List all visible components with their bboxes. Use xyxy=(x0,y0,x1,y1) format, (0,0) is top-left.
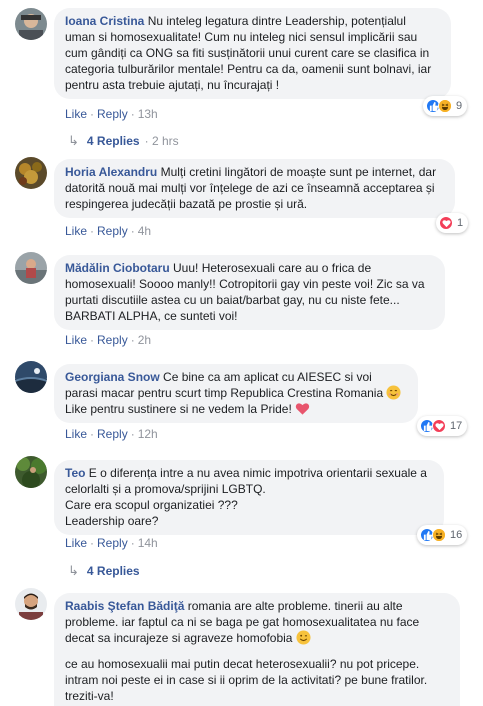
comment-actions: Like · Reply · 4h xyxy=(65,224,152,238)
haha-reaction-icon xyxy=(438,99,452,113)
replies-time: · 2 hrs xyxy=(144,134,179,148)
author-name[interactable]: Teo xyxy=(65,466,85,480)
author-name[interactable]: Mădălin Ciobotaru xyxy=(65,261,170,275)
avatar[interactable] xyxy=(15,588,47,620)
reply-arrow-icon: ↳ xyxy=(68,133,79,148)
reaction-count: 16 xyxy=(450,529,463,541)
reactions-summary[interactable]: 1 xyxy=(436,213,469,233)
like-link[interactable]: Like xyxy=(65,107,87,121)
timestamp[interactable]: 14h xyxy=(138,536,158,550)
avatar[interactable] xyxy=(15,456,47,488)
reply-arrow-icon: ↳ xyxy=(68,563,79,578)
reaction-count: 9 xyxy=(456,100,463,112)
comment-text-line-3: Leadership oare? xyxy=(65,514,159,528)
comment-text: Like pentru sustinere si ne vedem la Pri… xyxy=(65,402,292,416)
comment-text: E o diferența intre a nu avea nimic impo… xyxy=(65,466,427,496)
comment-text-line-2: Care era scopul organizatiei ??? xyxy=(65,498,238,512)
avatar[interactable] xyxy=(15,8,47,40)
reply-link[interactable]: Reply xyxy=(97,427,128,441)
wink-emoji-icon xyxy=(296,630,311,645)
comment-bubble: Teo E o diferența intre a nu avea nimic … xyxy=(54,460,444,535)
author-name[interactable]: Horia Alexandru xyxy=(65,165,157,179)
like-link[interactable]: Like xyxy=(65,333,87,347)
reactions-summary[interactable]: 9 xyxy=(423,96,468,116)
reactions-summary[interactable]: 16 xyxy=(417,525,468,545)
replies-count[interactable]: 4 Replies xyxy=(87,134,140,148)
haha-reaction-icon xyxy=(432,528,446,542)
love-reaction-icon xyxy=(439,216,453,230)
reply-link[interactable]: Reply xyxy=(97,333,128,347)
comment-bubble: Mădălin Ciobotaru Uuu! Heterosexuali car… xyxy=(54,255,445,330)
timestamp[interactable]: 13h xyxy=(138,107,158,121)
reactions-summary[interactable]: 17 xyxy=(417,416,468,436)
view-replies[interactable]: ↳ 4 Replies · 2 hrs xyxy=(68,133,179,149)
timestamp[interactable]: 2h xyxy=(138,333,151,347)
avatar[interactable] xyxy=(15,157,47,189)
reply-link[interactable]: Reply xyxy=(97,107,128,121)
timestamp[interactable]: 4h xyxy=(138,224,151,238)
like-link[interactable]: Like xyxy=(65,536,87,550)
reaction-count: 17 xyxy=(450,420,463,432)
comment-actions: Like · Reply · 13h xyxy=(65,107,158,121)
timestamp[interactable]: 12h xyxy=(138,427,158,441)
reply-link[interactable]: Reply xyxy=(97,536,128,550)
comment-actions: Like · Reply · 14h xyxy=(65,536,158,550)
author-name[interactable]: Raabis Ştefan Bădiţă xyxy=(65,599,184,613)
love-reaction-icon xyxy=(432,419,446,433)
comment-actions: Like · Reply · 12h xyxy=(65,427,158,441)
smile-emoji-icon xyxy=(386,385,402,400)
view-replies[interactable]: ↳ 4 Replies xyxy=(68,563,140,579)
comment-bubble: Raabis Ştefan Bădiţă romania are alte pr… xyxy=(54,593,460,706)
author-name[interactable]: Ioana Cristina xyxy=(65,14,144,28)
comment-text-paragraph-2: ce au homosexualii mai putin decat heter… xyxy=(65,657,428,703)
avatar[interactable] xyxy=(15,361,47,393)
like-link[interactable]: Like xyxy=(65,427,87,441)
heart-emoji-icon xyxy=(295,401,310,416)
reply-link[interactable]: Reply xyxy=(97,224,128,238)
comment-bubble: Horia Alexandru Mulți cretini lingători … xyxy=(54,159,455,218)
author-name[interactable]: Georgiana Snow xyxy=(65,370,160,384)
like-link[interactable]: Like xyxy=(65,224,87,238)
comment-bubble: Ioana Cristina Nu inteleg legatura dintr… xyxy=(54,8,451,99)
replies-count[interactable]: 4 Replies xyxy=(87,564,140,578)
comment-bubble: Georgiana Snow Ce bine ca am aplicat cu … xyxy=(54,364,418,423)
avatar[interactable] xyxy=(15,252,47,284)
reaction-count: 1 xyxy=(457,217,464,229)
comment-actions: Like · Reply · 2h xyxy=(65,333,152,347)
